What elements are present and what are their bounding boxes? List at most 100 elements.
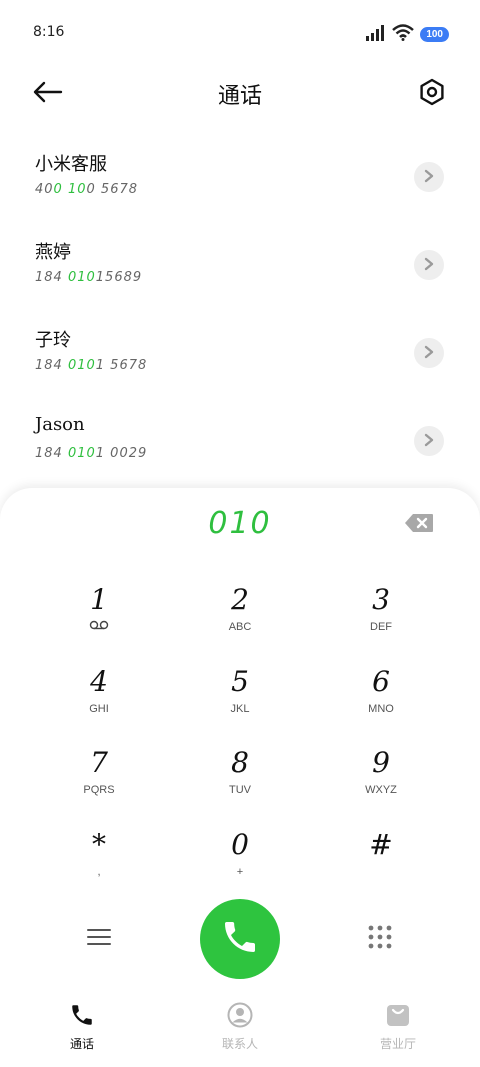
contact-detail-button[interactable]	[414, 162, 444, 192]
nav-label: 营业厅	[379, 1037, 416, 1051]
call-button[interactable]	[200, 899, 280, 979]
dial-action-row	[0, 898, 480, 980]
page-title: 通话	[217, 84, 262, 109]
chevron-right-icon	[423, 168, 435, 187]
key-8[interactable]: 8 TUV	[185, 743, 295, 813]
voicemail-icon	[44, 620, 154, 634]
contact-name: Jason	[35, 414, 85, 435]
contact-detail-button[interactable]	[414, 338, 444, 368]
battery-icon: 100	[420, 27, 449, 42]
key-digit: 1	[90, 583, 108, 616]
number-part: 1 0029	[95, 446, 148, 461]
contact-name: 子玲	[35, 330, 71, 351]
contact-detail-button[interactable]	[414, 426, 444, 456]
contact-row[interactable]: Jason 184 0101 0029	[0, 396, 480, 484]
backspace-icon	[404, 513, 434, 537]
contact-number: 184 0101 0029	[35, 446, 147, 461]
contact-row[interactable]: 小米客服 400 100 5678	[0, 132, 480, 220]
number-part: 184	[35, 446, 68, 461]
contact-row[interactable]: 燕婷 184 01015689	[0, 220, 480, 308]
dial-panel: 010 1 2 ABC 3 DEF 4 GHI 5 JKL 6 MNO 7 PQ…	[0, 488, 480, 1067]
contact-number: 400 100 5678	[35, 182, 138, 197]
number-part: 40	[35, 182, 54, 197]
key-digit: 8	[231, 746, 249, 779]
number-match: 010	[67, 358, 96, 373]
status-time: 8:16	[33, 24, 65, 40]
menu-button[interactable]	[80, 920, 118, 958]
number-part: 184	[35, 358, 68, 373]
contact-list: 小米客服 400 100 5678 燕婷 184 01015689 子玲 184…	[0, 132, 480, 484]
key-letters: JKL	[230, 703, 250, 715]
number-part: 184	[35, 270, 68, 285]
key-digit: 0	[231, 828, 249, 861]
contact-detail-button[interactable]	[414, 250, 444, 280]
contact-name: 小米客服	[35, 154, 107, 175]
key-letters	[326, 865, 436, 879]
key-0[interactable]: 0 +	[185, 825, 295, 895]
key-letters: WXYZ	[365, 784, 397, 796]
key-letters: DEF	[370, 621, 392, 633]
key-9[interactable]: 9 WXYZ	[326, 743, 436, 813]
nav-label: 联系人	[221, 1037, 258, 1051]
dialpad-grid-icon	[367, 924, 393, 954]
key-digit: 4	[90, 665, 108, 698]
key-1[interactable]: 1	[44, 580, 154, 650]
chevron-right-icon	[423, 344, 435, 363]
key-4[interactable]: 4 GHI	[44, 662, 154, 732]
status-bar: 8:16 100	[0, 0, 480, 66]
contact-name: 燕婷	[35, 242, 71, 263]
nav-item-calls[interactable]: 通话	[27, 1000, 137, 1052]
contact-number: 184 0101 5678	[35, 358, 147, 373]
key-digit: 7	[90, 746, 108, 779]
number-match: 010	[67, 270, 96, 285]
number-match: 10	[67, 182, 87, 197]
keypad-toggle-button[interactable]	[361, 920, 399, 958]
key-5[interactable]: 5 JKL	[185, 662, 295, 732]
chevron-right-icon	[423, 256, 435, 275]
person-icon	[185, 1000, 295, 1030]
key-digit: #	[369, 828, 393, 861]
number-part: 1 5678	[95, 358, 148, 373]
key-digit: 6	[372, 665, 390, 698]
phone-icon	[27, 1000, 137, 1030]
key-letters: ,	[97, 866, 101, 878]
chevron-right-icon	[423, 432, 435, 451]
wifi-icon	[392, 24, 415, 45]
key-letters: TUV	[229, 784, 251, 796]
hamburger-menu-icon	[87, 927, 111, 951]
signal-icon	[366, 24, 386, 45]
key-digit: 5	[231, 665, 249, 698]
number-match: 0	[53, 182, 63, 197]
key-digit: 3	[372, 583, 390, 616]
key-letters: PQRS	[83, 784, 115, 796]
backspace-button[interactable]	[404, 514, 434, 536]
status-icons: 100	[366, 24, 449, 45]
nav-item-store[interactable]: 营业厅	[343, 1000, 453, 1052]
number-part: 0 5678	[86, 182, 139, 197]
contact-number: 184 01015689	[35, 270, 142, 285]
nav-item-contacts[interactable]: 联系人	[185, 1000, 295, 1052]
key-7[interactable]: 7 PQRS	[44, 743, 154, 813]
key-letters: MNO	[368, 703, 394, 715]
key-digit: 9	[372, 746, 390, 779]
hexagon-settings-icon	[418, 78, 446, 110]
nav-label: 通话	[69, 1037, 94, 1051]
number-match: 010	[67, 446, 96, 461]
bottom-nav: 通话 联系人 营业厅	[0, 990, 480, 1067]
key-letters: +	[236, 866, 244, 878]
shopping-bag-icon	[343, 1000, 453, 1030]
settings-button[interactable]	[414, 76, 450, 112]
key-3[interactable]: 3 DEF	[326, 580, 436, 650]
number-part: 15689	[95, 270, 143, 285]
contact-row[interactable]: 子玲 184 0101 5678	[0, 308, 480, 396]
key-letters: GHI	[89, 703, 109, 715]
key-digit: 2	[231, 583, 249, 616]
phone-icon	[220, 917, 260, 961]
key-hash[interactable]: #	[326, 825, 436, 895]
key-2[interactable]: 2 ABC	[185, 580, 295, 650]
key-letters: ABC	[228, 621, 252, 633]
key-digit: *	[92, 828, 106, 861]
key-star[interactable]: * ,	[44, 825, 154, 895]
key-6[interactable]: 6 MNO	[326, 662, 436, 732]
header: 通话	[0, 70, 480, 118]
